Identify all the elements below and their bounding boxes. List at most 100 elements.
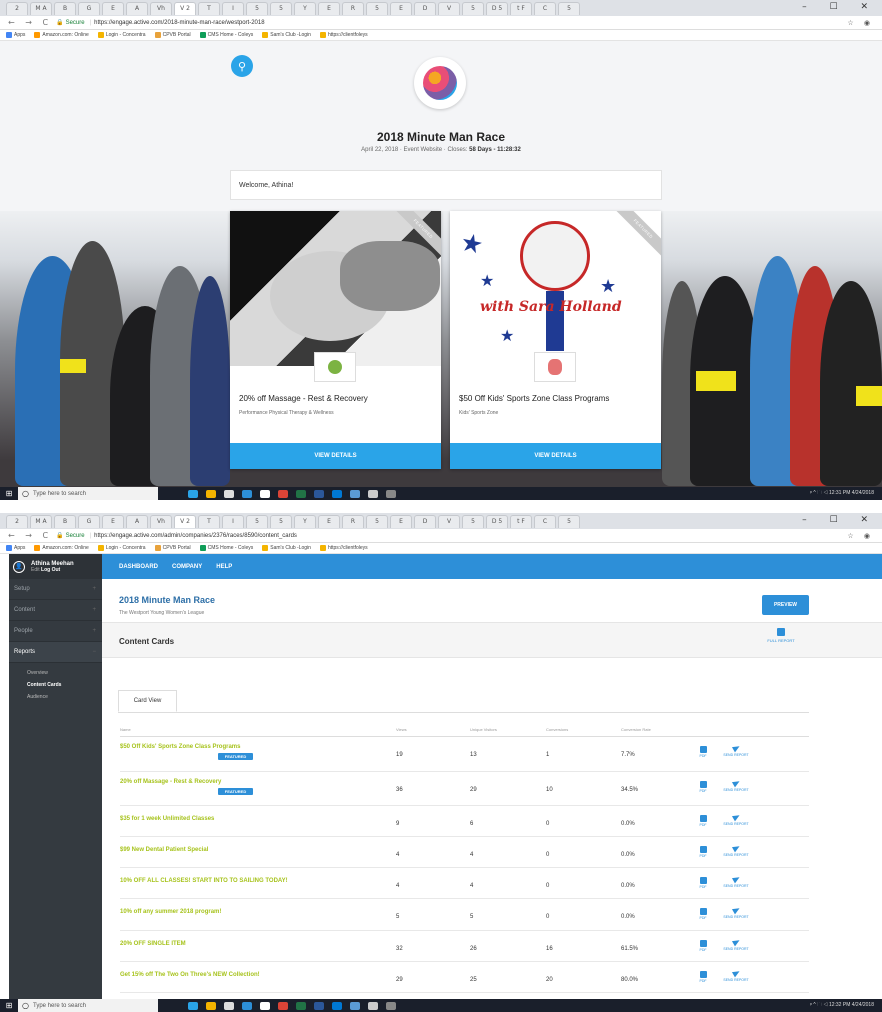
content-card-link[interactable]: 10% off any summer 2018 program! <box>120 909 221 915</box>
photos-icon[interactable] <box>368 489 378 498</box>
edge-icon[interactable] <box>188 489 198 498</box>
taskbar-search[interactable]: ○ Type here to search <box>18 999 158 1012</box>
full-report-button[interactable]: FULL REPORT <box>761 628 801 643</box>
browser-tab[interactable]: Vh <box>150 514 172 528</box>
content-card-link[interactable]: 20% off Massage - Rest & Recovery <box>120 779 221 785</box>
address-bar[interactable]: ← → C 🔒 Secure | https://engage.active.c… <box>0 529 882 543</box>
bookmark-item[interactable]: CMS Home - Coleys <box>199 32 253 38</box>
nav-help[interactable]: HELP <box>216 564 232 570</box>
browser-tab[interactable]: 2 <box>6 1 28 15</box>
tray-icons[interactable]: ᵖ ^ 🗀 ◁ <box>810 1002 829 1008</box>
bookmark-item[interactable]: CPVB Portal <box>154 545 191 551</box>
logout-link[interactable]: Log Out <box>41 567 60 573</box>
tray-icons[interactable]: ᵖ ^ 🗀 ◁ <box>810 490 829 496</box>
nav-company[interactable]: COMPANY <box>172 564 202 570</box>
bookmark-item[interactable]: Sam's Club -Login <box>262 32 311 38</box>
pdf-button[interactable]: PDF <box>689 940 717 952</box>
bookmark-item[interactable]: Amazon.com: Online <box>34 32 89 38</box>
word-icon[interactable] <box>314 1001 324 1010</box>
user-avatar-icon[interactable]: 👤 <box>13 560 25 573</box>
browser-tab[interactable]: E <box>318 514 340 528</box>
browser-tab[interactable]: A <box>126 514 148 528</box>
browser-tab[interactable]: M A <box>30 514 52 528</box>
sidebar-item-reports[interactable]: Reports − <box>9 642 102 663</box>
browser-tab[interactable]: 5 <box>246 514 268 528</box>
browser-tab[interactable]: 5 <box>270 1 292 15</box>
send-report-button[interactable]: SEND REPORT <box>722 937 750 951</box>
browser-tab[interactable]: E <box>390 1 412 15</box>
bookmark-item[interactable]: CPVB Portal <box>154 32 191 38</box>
mail-icon[interactable] <box>260 489 270 498</box>
browser-tab[interactable]: t F <box>510 514 532 528</box>
window-controls[interactable]: – ☐ ✕ <box>802 515 878 525</box>
browser-tab[interactable]: Vh <box>150 1 172 15</box>
send-report-button[interactable]: SEND REPORT <box>722 812 750 826</box>
browser-tab[interactable]: 5 <box>366 514 388 528</box>
browser-tab[interactable]: t F <box>510 1 532 15</box>
column-header-rate[interactable]: Conversion Rate <box>621 727 651 732</box>
browser-tab[interactable]: M A <box>30 1 52 15</box>
browser-icon[interactable] <box>242 1001 252 1010</box>
send-report-button[interactable]: SEND REPORT <box>722 778 750 792</box>
window-controls[interactable]: – ☐ ✕ <box>802 2 878 12</box>
send-report-button[interactable]: SEND REPORT <box>722 843 750 857</box>
browser-tab[interactable]: 5 <box>246 1 268 15</box>
event-title[interactable]: 2018 Minute Man Race <box>119 595 215 605</box>
view-details-button[interactable]: VIEW DETAILS <box>230 443 441 469</box>
browser-tab[interactable]: 5 <box>270 514 292 528</box>
browser-tab[interactable]: R <box>342 514 364 528</box>
bookmark-item[interactable]: https://clientfoleys <box>319 545 368 551</box>
bookmark-item[interactable]: Apps <box>6 545 25 551</box>
browser-tab[interactable]: I <box>222 514 244 528</box>
bookmark-item[interactable]: Apps <box>6 32 25 38</box>
browser-tab[interactable]: D 5 <box>486 1 508 15</box>
sidebar-item-content[interactable]: Content + <box>9 600 102 621</box>
outlook-icon[interactable] <box>332 1001 342 1010</box>
star-icon[interactable]: ☆ ◉ <box>847 532 874 540</box>
sidebar-item-setup[interactable]: Setup + <box>9 579 102 600</box>
content-card-link[interactable]: $99 New Dental Patient Special <box>120 847 208 853</box>
content-card-link[interactable]: Get 15% off The Two On Three's NEW Colle… <box>120 972 260 978</box>
app-icon[interactable] <box>350 1001 360 1010</box>
bookmark-item[interactable]: Amazon.com: Online <box>34 545 89 551</box>
browser-tab[interactable]: Y <box>294 514 316 528</box>
chrome-icon[interactable] <box>278 1001 288 1010</box>
content-card-link[interactable]: $35 for 1 week Unlimited Classes <box>120 816 214 822</box>
pdf-button[interactable]: PDF <box>689 846 717 858</box>
browser-tab[interactable]: 5 <box>366 1 388 15</box>
browser-tab[interactable]: B <box>54 1 76 15</box>
browser-tab[interactable]: T <box>198 514 220 528</box>
send-report-button[interactable]: SEND REPORT <box>722 905 750 919</box>
pdf-button[interactable]: PDF <box>689 746 717 758</box>
preview-button[interactable]: PREVIEW <box>762 595 809 615</box>
browser-tab[interactable]: C <box>534 514 556 528</box>
browser-tab[interactable]: R <box>342 1 364 15</box>
browser-icon[interactable] <box>242 489 252 498</box>
browser-tab[interactable]: D <box>414 1 436 15</box>
taskbar-search[interactable]: ○ Type here to search <box>18 487 158 500</box>
mail-icon[interactable] <box>260 1001 270 1010</box>
app-icon[interactable] <box>350 489 360 498</box>
browser-tab[interactable]: 5 <box>558 514 580 528</box>
star-icon[interactable]: ☆ ◉ <box>847 19 874 27</box>
edge-icon[interactable] <box>188 1001 198 1010</box>
folder-icon[interactable] <box>206 1001 216 1010</box>
view-details-button[interactable]: VIEW DETAILS <box>450 443 661 469</box>
browser-tab[interactable]: D 5 <box>486 514 508 528</box>
app-icon[interactable] <box>386 489 396 498</box>
search-icon[interactable]: ⚲ <box>231 55 253 77</box>
browser-tab[interactable]: E <box>390 514 412 528</box>
tab-card-view[interactable]: Card View <box>118 690 177 712</box>
browser-tab[interactable]: G <box>78 514 100 528</box>
folder-icon[interactable] <box>206 489 216 498</box>
edit-link[interactable]: Edit <box>31 567 40 573</box>
nav-buttons[interactable]: ← → C <box>8 18 52 27</box>
photos-icon[interactable] <box>368 1001 378 1010</box>
browser-tab[interactable]: V <box>438 1 460 15</box>
bookmark-item[interactable]: Login - Concentra <box>97 32 146 38</box>
url-text[interactable]: https://engage.active.com/admin/companie… <box>94 533 297 539</box>
content-card-kids-sports-zone[interactable]: ★ ★ ★ ★ with Sara Holland FEATURED $50 O… <box>450 211 661 469</box>
browser-tab[interactable]: V <box>438 514 460 528</box>
pdf-button[interactable]: PDF <box>689 908 717 920</box>
browser-tab[interactable]: A <box>126 1 148 15</box>
